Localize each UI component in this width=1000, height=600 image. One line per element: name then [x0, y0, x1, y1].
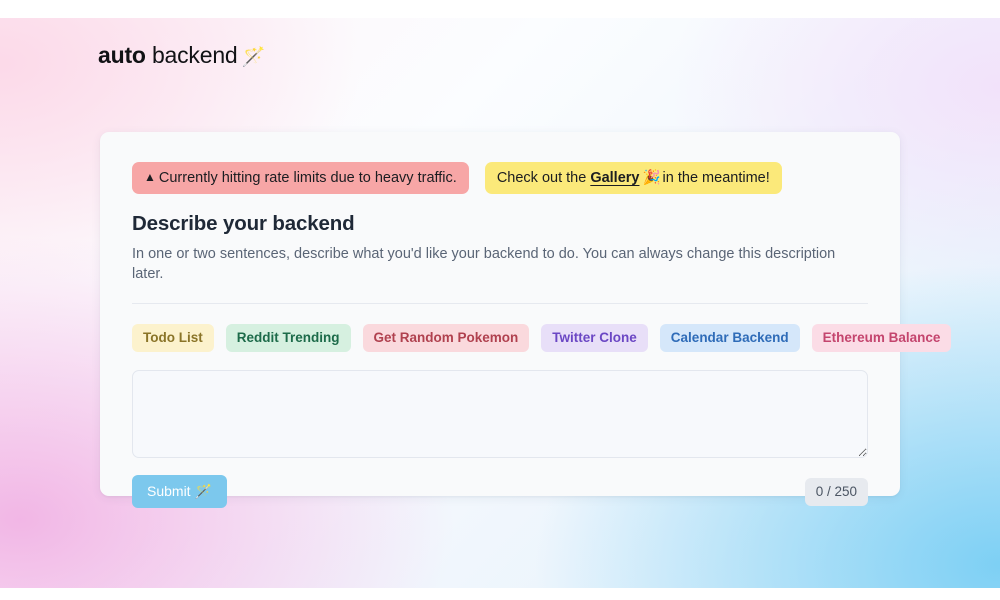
suggestion-chip-list: Todo List Reddit Trending Get Random Pokem… [132, 324, 952, 353]
party-popper-icon: 🎉 [642, 170, 661, 186]
warning-triangle-icon: ▲ [144, 170, 156, 184]
logo-text-regular: backend [145, 42, 238, 68]
app-header: auto backend 🪄 [98, 42, 265, 69]
submit-button[interactable]: Submit 🪄 [132, 475, 228, 509]
suggestion-chip[interactable]: Reddit Trending [225, 324, 351, 353]
gallery-promo-banner: Check out the Gallery 🎉 in the meantime! [484, 162, 782, 195]
submit-button-label: Submit [147, 483, 191, 500]
page-frame: auto backend 🪄 ▲ Currently hitting rate li… [0, 0, 1000, 600]
suggestion-chip[interactable]: Twitter Clone [541, 324, 648, 353]
banner-row: ▲ Currently hitting rate limits due to he… [132, 162, 868, 195]
rate-limit-warning-text: Currently hitting rate limits due to hea… [158, 170, 457, 186]
app-logo[interactable]: auto backend 🪄 [98, 42, 265, 69]
character-counter: 0 / 250 [804, 477, 868, 506]
page-subtitle: In one or two sentences, describe what y… [132, 246, 836, 282]
page-title: Describe your backend [132, 212, 355, 236]
logo-text-bold: auto [98, 42, 146, 68]
card-footer: Submit 🪄 0 / 250 [132, 475, 868, 509]
suggestion-chip[interactable]: Ethereum Balance [811, 324, 952, 353]
magic-wand-icon: 🪄 [241, 47, 266, 68]
describe-backend-card: ▲ Currently hitting rate limits due to he… [100, 132, 952, 509]
gallery-link[interactable]: Gallery [590, 170, 639, 186]
section-divider [132, 303, 868, 305]
magic-wand-icon: 🪄 [194, 483, 213, 500]
gradient-backdrop: auto backend 🪄 ▲ Currently hitting rate li… [0, 18, 1000, 588]
gallery-banner-suffix: in the meantime! [662, 170, 770, 186]
backend-description-input[interactable] [132, 370, 868, 459]
gallery-banner-prefix: Check out the [496, 170, 591, 186]
suggestion-chip[interactable]: Get Random Pokemon [362, 324, 530, 353]
suggestion-chip[interactable]: Todo List [132, 324, 214, 353]
suggestion-chip[interactable]: Calendar Backend [659, 324, 800, 353]
rate-limit-warning-banner: ▲ Currently hitting rate limits due to he… [132, 162, 469, 195]
